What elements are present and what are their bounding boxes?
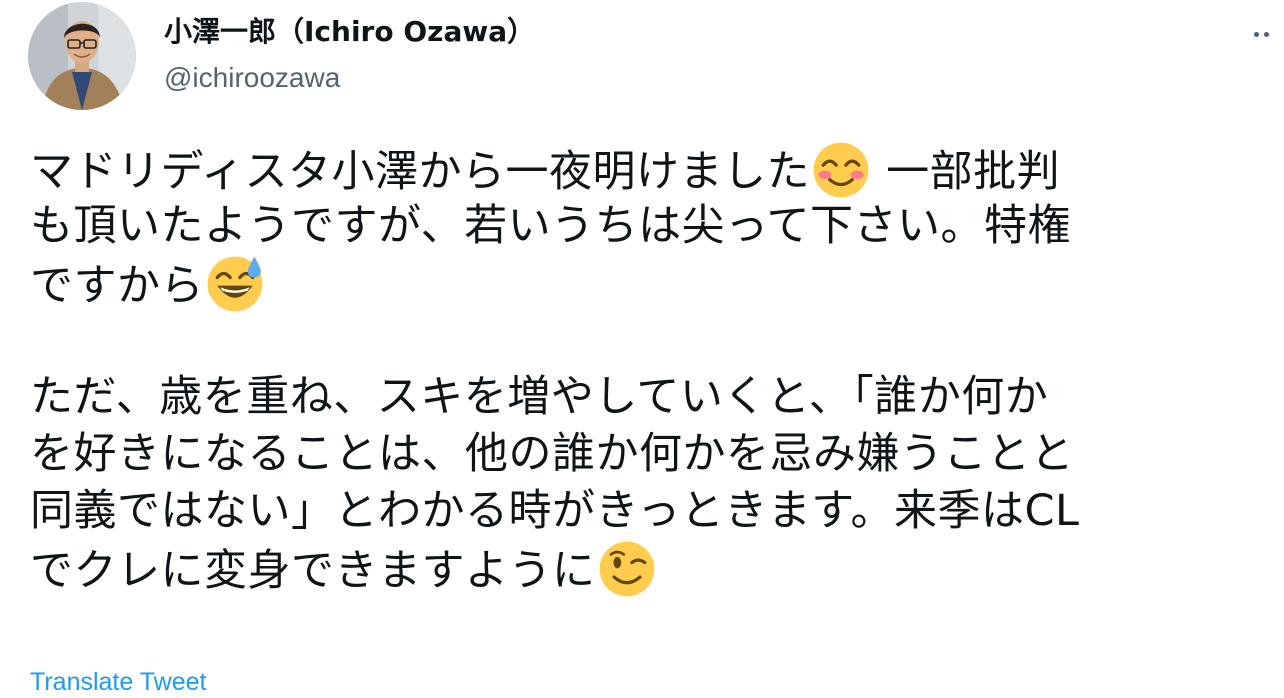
- tweet-text: マドリディスタ小澤から一夜明けました 一部批判 も頂いたようですが、若いうちは尖…: [30, 141, 1284, 597]
- translate-tweet-link[interactable]: Translate Tweet: [30, 666, 206, 698]
- winking-face-icon: [598, 540, 656, 598]
- tweet: 小澤一郎（Ichiro Ozawa） @ichiroozawa マドリディスタ小…: [0, 0, 1284, 696]
- author-display-name[interactable]: 小澤一郎（Ichiro Ozawa）: [164, 14, 535, 50]
- smiling-face-with-smiling-eyes-icon: [812, 141, 870, 199]
- tweet-line-text: ですから: [30, 261, 204, 311]
- tweet-line-text-b: 一部批判: [872, 147, 1061, 197]
- tweet-line-text: も頂いたようですが、若いうちは尖って下さい。特権: [30, 201, 1071, 251]
- tweet-line: 同義ではない」とわかる時がきっときます。来季はCL: [30, 483, 1284, 540]
- tweet-line: ただ、歳を重ね、スキを増やしていくと、「誰か何か: [30, 369, 1284, 426]
- more-horizontal-icon: [1254, 31, 1259, 37]
- author-handle[interactable]: @ichiroozawa: [164, 60, 535, 96]
- tweet-line-text: でクレに変身できますように: [30, 546, 596, 596]
- author-names: 小澤一郎（Ichiro Ozawa） @ichiroozawa: [164, 14, 535, 96]
- tweet-line-text: ただ、歳を重ね、スキを増やしていくと、「誰か何か: [30, 372, 1049, 422]
- more-horizontal-icon-dot: [1264, 31, 1269, 37]
- tweet-line: も頂いたようですが、若いうちは尖って下さい。特権: [30, 198, 1284, 255]
- profile-photo: [28, 2, 136, 110]
- tweet-line-text: マドリディスタ小澤から一夜明けました: [30, 147, 810, 197]
- tweet-line: でクレに変身できますように: [30, 540, 1284, 597]
- grinning-face-with-sweat-icon: [206, 255, 264, 313]
- avatar[interactable]: [28, 2, 136, 110]
- more-options-button[interactable]: [1254, 16, 1284, 52]
- tweet-header: 小澤一郎（Ichiro Ozawa） @ichiroozawa: [28, 2, 1284, 110]
- tweet-line-text: を好きになることは、他の誰か何かを忌み嫌うことと: [30, 429, 1074, 479]
- tweet-line: を好きになることは、他の誰か何かを忌み嫌うことと: [30, 426, 1284, 483]
- tweet-line: マドリディスタ小澤から一夜明けました 一部批判: [30, 141, 1284, 198]
- tweet-line: ですから: [30, 255, 1284, 312]
- tweet-line-text: 同義ではない」とわかる時がきっときます。来季はCL: [30, 486, 1080, 536]
